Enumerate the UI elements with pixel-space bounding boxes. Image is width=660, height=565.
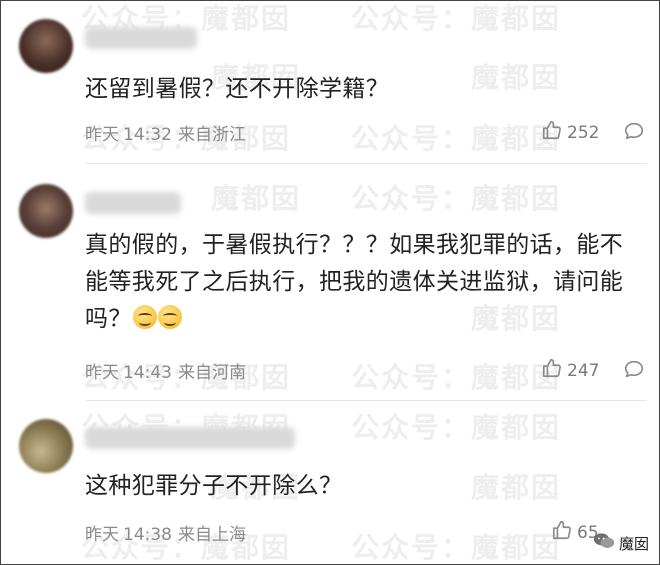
comment-location: 来自上海 <box>178 525 246 545</box>
thumbs-up-icon <box>541 119 563 146</box>
username-blurred[interactable] <box>85 27 197 49</box>
avatar[interactable] <box>19 419 73 473</box>
comment-list: 公众号：魔都囡 公众号：魔都囡 魔都囡 魔都囡 公众号：魔都囡 公众号：魔都囡 … <box>0 0 660 565</box>
comment-time: 14:43 <box>123 363 172 383</box>
smile-emoji-icon <box>157 305 182 329</box>
comment-day: 昨天 <box>85 525 119 545</box>
avatar[interactable] <box>19 184 73 238</box>
avatar[interactable] <box>19 19 73 73</box>
comment-location: 来自浙江 <box>178 125 246 145</box>
comment-text: 这种犯罪分子不开除么？ <box>85 473 343 499</box>
reply-button[interactable] <box>623 358 645 384</box>
comment-meta: 昨天 14:32 来自浙江 <box>85 120 246 145</box>
like-count: 252 <box>567 122 600 143</box>
comment-meta: 昨天 14:43 来自河南 <box>85 358 246 383</box>
comment-meta: 昨天 14:38 来自上海 <box>85 520 246 545</box>
comment-time: 14:38 <box>123 525 172 545</box>
account-brand: 魔囡 <box>593 532 649 554</box>
comment-item: 还留到暑假？还不开除学籍？ 昨天 14:32 来自浙江 252 <box>1 1 659 164</box>
like-button[interactable]: 65 <box>551 519 599 546</box>
comment-location: 来自河南 <box>178 363 246 383</box>
smile-emoji-icon <box>132 305 157 329</box>
comment-text: 还留到暑假？还不开除学籍？ <box>85 76 390 102</box>
thumbs-up-icon <box>551 519 573 546</box>
comment-time: 14:32 <box>123 125 172 145</box>
wechat-icon <box>593 532 615 554</box>
thumbs-up-icon <box>541 357 563 384</box>
comment-item: 这种犯罪分子不开除么？ 昨天 14:38 来自上海 65 <box>1 401 659 564</box>
reply-button[interactable] <box>623 120 645 146</box>
brand-name: 魔囡 <box>618 534 649 553</box>
username-blurred[interactable] <box>85 192 181 214</box>
like-count: 247 <box>567 360 600 381</box>
username-blurred[interactable] <box>85 427 295 449</box>
like-button[interactable]: 247 <box>541 357 599 384</box>
comment-day: 昨天 <box>85 125 119 145</box>
comment-bubble-icon <box>623 360 645 384</box>
comment-text: 真的假的，于暑假执行？？？如果我犯罪的话，能不能等我死了之后执行，把我的遗体关进… <box>85 227 635 338</box>
like-button[interactable]: 252 <box>541 119 599 146</box>
comment-item: 真的假的，于暑假执行？？？如果我犯罪的话，能不能等我死了之后执行，把我的遗体关进… <box>1 164 659 401</box>
comment-bubble-icon <box>623 122 645 146</box>
comment-day: 昨天 <box>85 363 119 383</box>
